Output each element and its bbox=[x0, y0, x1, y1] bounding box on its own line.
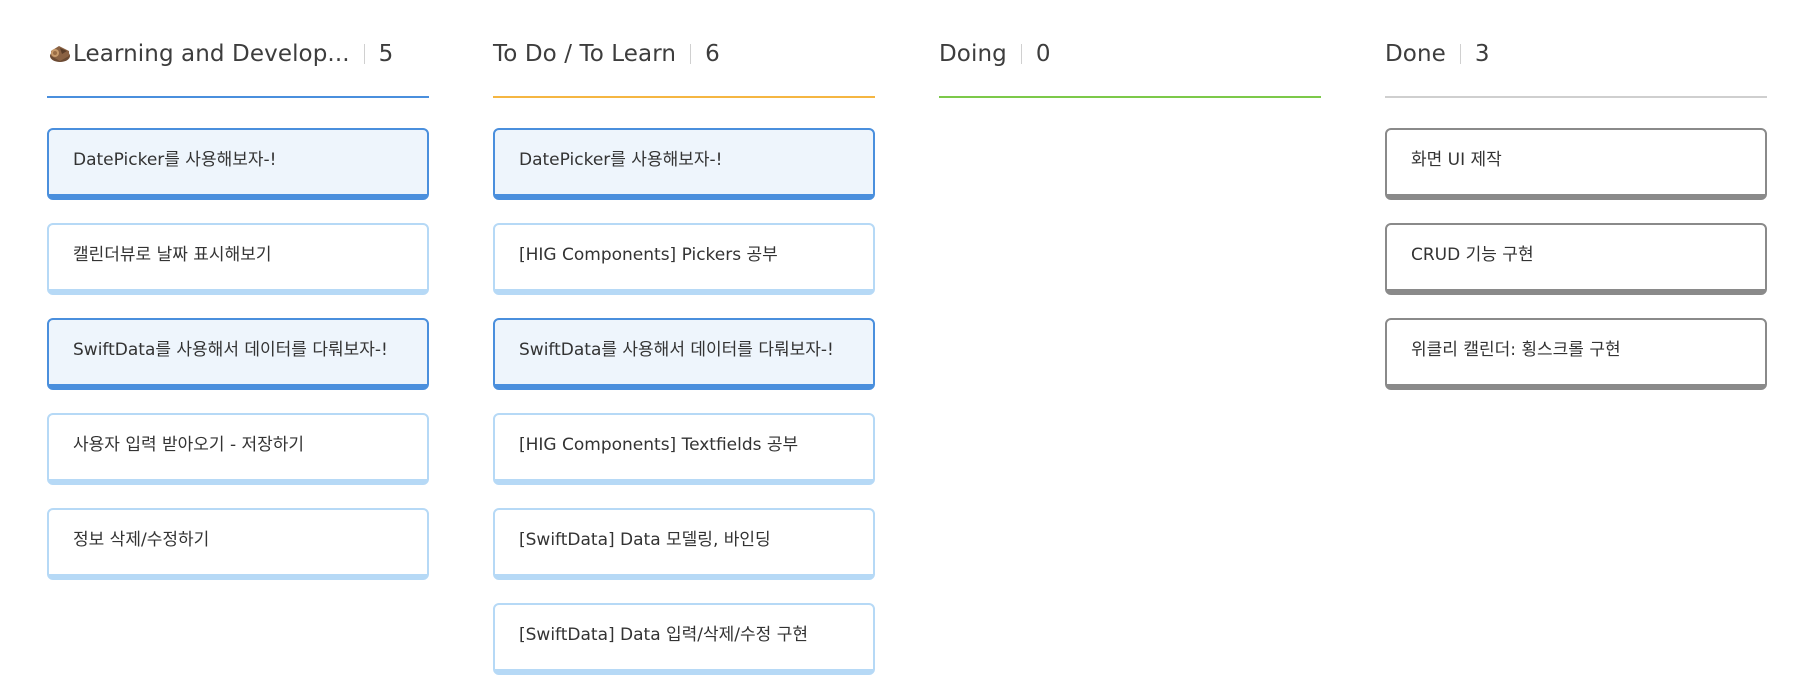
card-text: [SwiftData] Data 모델링, 바인딩 bbox=[519, 530, 771, 550]
header-divider bbox=[1459, 44, 1461, 64]
header-divider bbox=[1020, 44, 1022, 64]
card-text: [HIG Components] Pickers 공부 bbox=[519, 245, 778, 265]
card-text: CRUD 기능 구현 bbox=[1411, 245, 1534, 265]
card[interactable]: [SwiftData] Data 모델링, 바인딩 bbox=[493, 508, 875, 580]
card-text: 캘린더뷰로 날짜 표시해보기 bbox=[73, 245, 272, 265]
column-to-do: To Do / To Learn 6 DatePicker를 사용해보자-! [… bbox=[493, 0, 875, 675]
card[interactable]: DatePicker를 사용해보자-! bbox=[47, 128, 429, 200]
column-header[interactable]: Doing 0 bbox=[939, 0, 1321, 98]
card[interactable]: 캘린더뷰로 날짜 표시해보기 bbox=[47, 223, 429, 295]
column-underline bbox=[1385, 96, 1767, 98]
column-done: Done 3 화면 UI 제작 CRUD 기능 구현 위클리 캘린더: 횡스크롤… bbox=[1385, 0, 1767, 390]
card[interactable]: [HIG Components] Textfields 공부 bbox=[493, 413, 875, 485]
card-text: [HIG Components] Textfields 공부 bbox=[519, 435, 799, 455]
card-list: 화면 UI 제작 CRUD 기능 구현 위클리 캘린더: 횡스크롤 구현 bbox=[1385, 128, 1767, 413]
card-text: DatePicker를 사용해보자-! bbox=[519, 150, 723, 170]
card[interactable]: 정보 삭제/수정하기 bbox=[47, 508, 429, 580]
column-header[interactable]: Done 3 bbox=[1385, 0, 1767, 98]
card-text: 위클리 캘린더: 횡스크롤 구현 bbox=[1411, 340, 1621, 360]
column-doing: Doing 0 bbox=[939, 0, 1321, 98]
card[interactable]: [HIG Components] Pickers 공부 bbox=[493, 223, 875, 295]
card[interactable]: 사용자 입력 받아오기 - 저장하기 bbox=[47, 413, 429, 485]
card-list: DatePicker를 사용해보자-! [HIG Components] Pic… bbox=[493, 128, 875, 698]
column-card-count: 3 bbox=[1474, 41, 1490, 67]
column-underline bbox=[493, 96, 875, 98]
column-title: Learning and Develop... bbox=[73, 41, 350, 67]
column-card-count: 6 bbox=[705, 41, 720, 67]
column-card-count: 0 bbox=[1035, 41, 1051, 67]
wood-log-icon bbox=[47, 40, 73, 66]
kanban-board: Learning and Develop... 5 DatePicker를 사용… bbox=[47, 0, 1767, 675]
column-card-count: 5 bbox=[378, 41, 394, 67]
column-title: To Do / To Learn bbox=[493, 41, 677, 67]
card-text: 화면 UI 제작 bbox=[1411, 150, 1502, 170]
card-text: SwiftData를 사용해서 데이터를 다뤄보자-! bbox=[73, 340, 388, 360]
card-text: 사용자 입력 받아오기 - 저장하기 bbox=[73, 435, 305, 455]
column-learning-and-development: Learning and Develop... 5 DatePicker를 사용… bbox=[47, 0, 429, 580]
card[interactable]: SwiftData를 사용해서 데이터를 다뤄보자-! bbox=[493, 318, 875, 390]
card-text: [SwiftData] Data 입력/삭제/수정 구현 bbox=[519, 625, 809, 645]
card[interactable]: DatePicker를 사용해보자-! bbox=[493, 128, 875, 200]
column-underline bbox=[939, 96, 1321, 98]
card[interactable]: 위클리 캘린더: 횡스크롤 구현 bbox=[1385, 318, 1767, 390]
column-title: Done bbox=[1385, 41, 1446, 67]
card-text: SwiftData를 사용해서 데이터를 다뤄보자-! bbox=[519, 340, 834, 360]
column-underline bbox=[47, 96, 429, 98]
header-divider bbox=[363, 44, 365, 64]
card-list: DatePicker를 사용해보자-! 캘린더뷰로 날짜 표시해보기 Swift… bbox=[47, 128, 429, 603]
card[interactable]: CRUD 기능 구현 bbox=[1385, 223, 1767, 295]
card-text: 정보 삭제/수정하기 bbox=[73, 530, 210, 550]
card-text: DatePicker를 사용해보자-! bbox=[73, 150, 277, 170]
column-header[interactable]: Learning and Develop... 5 bbox=[47, 0, 429, 98]
header-divider bbox=[690, 44, 692, 64]
card[interactable]: [SwiftData] Data 입력/삭제/수정 구현 bbox=[493, 603, 875, 675]
column-header[interactable]: To Do / To Learn 6 bbox=[493, 0, 875, 98]
column-title: Doing bbox=[939, 41, 1007, 67]
card[interactable]: 화면 UI 제작 bbox=[1385, 128, 1767, 200]
card[interactable]: SwiftData를 사용해서 데이터를 다뤄보자-! bbox=[47, 318, 429, 390]
